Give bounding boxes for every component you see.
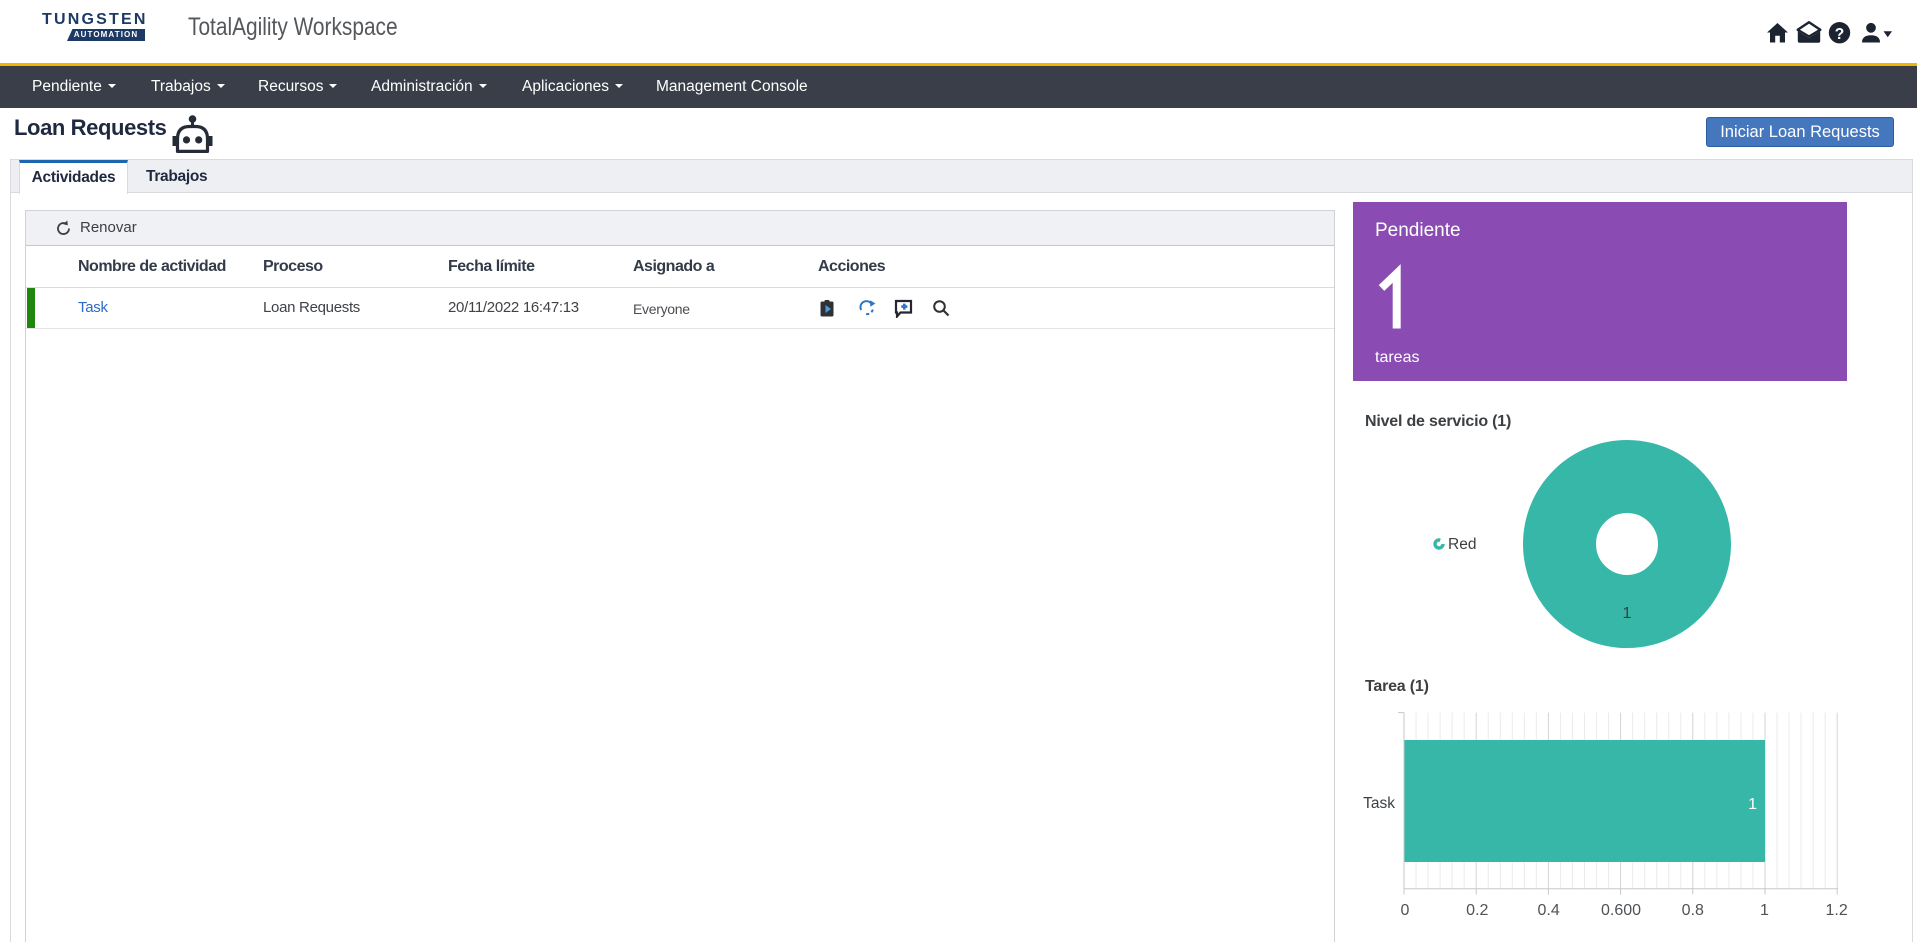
svg-text:1.2: 1.2 — [1825, 902, 1847, 919]
svg-text:1: 1 — [1760, 902, 1769, 919]
svg-text:0.2: 0.2 — [1466, 902, 1488, 919]
svg-text:0.4: 0.4 — [1537, 902, 1559, 919]
svg-text:0: 0 — [1401, 902, 1410, 919]
svg-text:?: ? — [1835, 26, 1844, 43]
svg-text:1: 1 — [1748, 796, 1757, 813]
svg-text:0.600: 0.600 — [1601, 902, 1641, 919]
svg-text:0.8: 0.8 — [1682, 902, 1704, 919]
svg-text:Task: Task — [1363, 795, 1395, 812]
svg-text:1: 1 — [1623, 605, 1632, 622]
